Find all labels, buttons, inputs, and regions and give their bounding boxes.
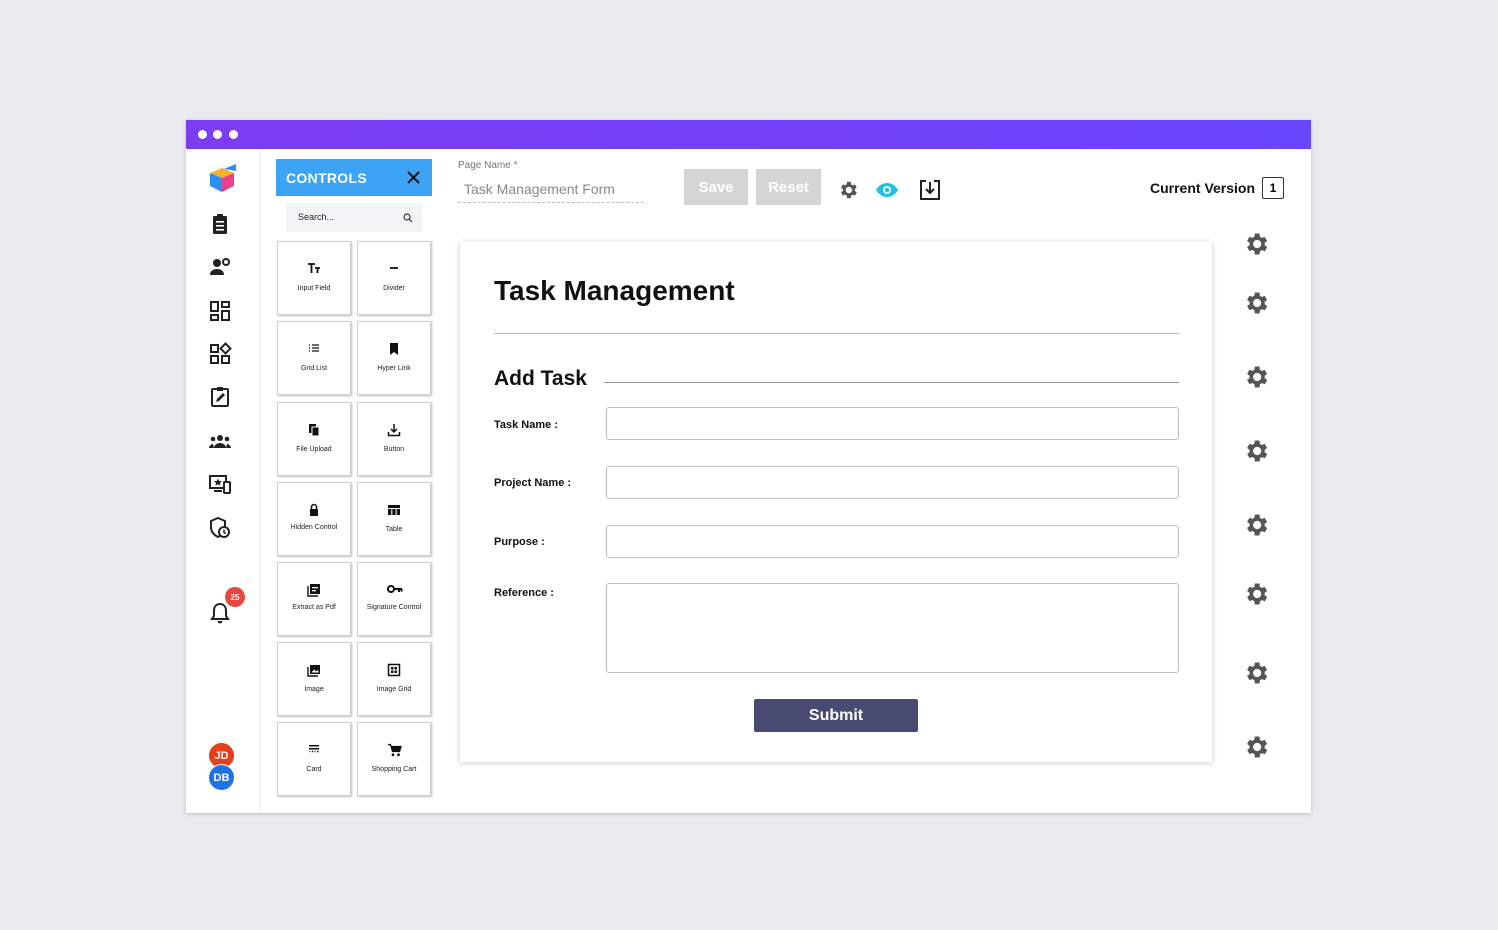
reference-label: Reference : [494,587,554,599]
bookmark-icon [390,343,398,355]
gear-icon[interactable] [1242,289,1270,317]
gear-icon[interactable] [1242,659,1270,687]
control-tile-hyper-link[interactable]: Hyper Link [357,321,431,395]
control-tile-hidden-control[interactable]: Hidden Control [277,482,351,556]
form-canvas: Task Management Add Task Task Name : Pro… [460,241,1212,762]
key-icon [387,585,403,593]
minus-icon [390,267,398,269]
table-icon [388,505,400,515]
widgets-icon[interactable] [208,342,232,366]
tile-label: Shopping Cart [371,766,417,773]
section-title: Add Task [494,367,587,390]
project-name-label: Project Name : [494,477,572,489]
tile-label: File Upload [296,446,332,453]
section-divider [604,382,1179,383]
shield-clock-icon[interactable] [208,516,232,540]
window-dot[interactable] [229,130,238,139]
submit-button[interactable]: Submit [754,699,918,732]
control-tile-divider[interactable]: Divider [357,241,431,315]
purpose-label: Purpose : [494,536,545,548]
control-tile-file-upload[interactable]: File Upload [277,402,351,476]
icon-sidebar: 25 JD DB [186,149,261,813]
current-version-value[interactable]: 1 [1262,177,1284,199]
controls-title: CONTROLS [286,170,367,186]
gear-icon[interactable] [1242,437,1270,465]
text-format-icon [308,263,320,273]
cart-icon [388,743,402,757]
tile-label: Signature Control [366,604,422,611]
clipboard-list-icon[interactable] [208,212,232,236]
page-name-input[interactable]: Task Management Form [458,174,644,203]
purpose-input[interactable] [606,525,1179,558]
tile-label: Button [383,446,405,453]
control-tile-card[interactable]: Card [277,722,351,796]
title-divider [494,333,1179,334]
monitor-star-icon[interactable] [208,472,232,496]
form-title: Task Management [494,275,735,306]
eye-icon[interactable] [875,181,899,199]
control-tile-grid-list[interactable]: Grid List [277,321,351,395]
gear-icon[interactable] [1242,733,1270,761]
image-grid-icon [387,663,401,677]
controls-header: CONTROLS [276,159,432,196]
app-logo-icon[interactable] [206,162,240,196]
close-icon[interactable] [406,170,421,185]
search-icon [403,213,413,223]
controls-search-input[interactable]: Search... [286,203,422,232]
tile-label: Card [306,766,322,773]
notification-badge: 25 [225,587,245,607]
download-box-icon[interactable] [918,178,942,202]
tile-label: Divider [383,285,405,292]
edit-clipboard-icon[interactable] [208,385,232,409]
avatar[interactable]: DB [208,764,235,791]
gear-icon[interactable] [1242,511,1270,539]
control-tile-signature-control[interactable]: Signature Control [357,562,431,636]
file-copy-icon [309,424,320,437]
tile-label: Image Grid [376,686,412,693]
gear-icon[interactable] [1242,580,1270,608]
control-tile-extract-pdf[interactable]: Extract as Pdf [277,562,351,636]
control-tile-image[interactable]: Image [277,642,351,716]
user-settings-icon[interactable] [208,255,232,279]
tile-label: Hyper Link [377,365,411,372]
gear-icon[interactable] [1242,230,1270,258]
search-placeholder: Search... [298,212,335,222]
current-version-label: Current Version [1150,180,1256,196]
lock-icon [310,503,318,516]
control-tile-image-grid[interactable]: Image Grid [357,642,431,716]
window-titlebar [186,120,1311,149]
task-name-input[interactable] [606,407,1179,440]
control-tile-button[interactable]: Button [357,402,431,476]
page-name-label: Page Name * [458,160,518,171]
tile-label: Table [385,526,403,533]
window-dot[interactable] [213,130,222,139]
group-icon[interactable] [208,429,232,453]
app-window: 25 JD DB CONTROLS Search... Input Field … [186,120,1311,813]
control-tile-shopping-cart[interactable]: Shopping Cart [357,722,431,796]
control-tile-table[interactable]: Table [357,482,431,556]
dashboard-icon[interactable] [208,299,232,323]
save-button[interactable]: Save [684,169,748,205]
tile-label: Extract as Pdf [292,604,336,611]
reset-button[interactable]: Reset [756,169,821,205]
gear-icon[interactable] [1242,363,1270,391]
list-icon [309,344,319,352]
project-name-input[interactable] [606,466,1179,499]
control-tile-input-field[interactable]: Input Field [277,241,351,315]
pdf-icon [307,584,320,597]
gear-icon[interactable] [837,179,859,201]
image-icon [307,665,320,677]
card-icon [309,745,319,753]
tile-label: Grid List [300,365,328,372]
tile-label: Input Field [297,285,331,292]
download-icon [387,424,401,437]
page-name-value: Task Management Form [464,181,615,197]
tile-label: Image [304,686,324,693]
window-dot[interactable] [198,130,207,139]
task-name-label: Task Name : [494,419,558,431]
tile-label: Hidden Control [290,524,338,531]
reference-textarea[interactable] [606,583,1179,673]
